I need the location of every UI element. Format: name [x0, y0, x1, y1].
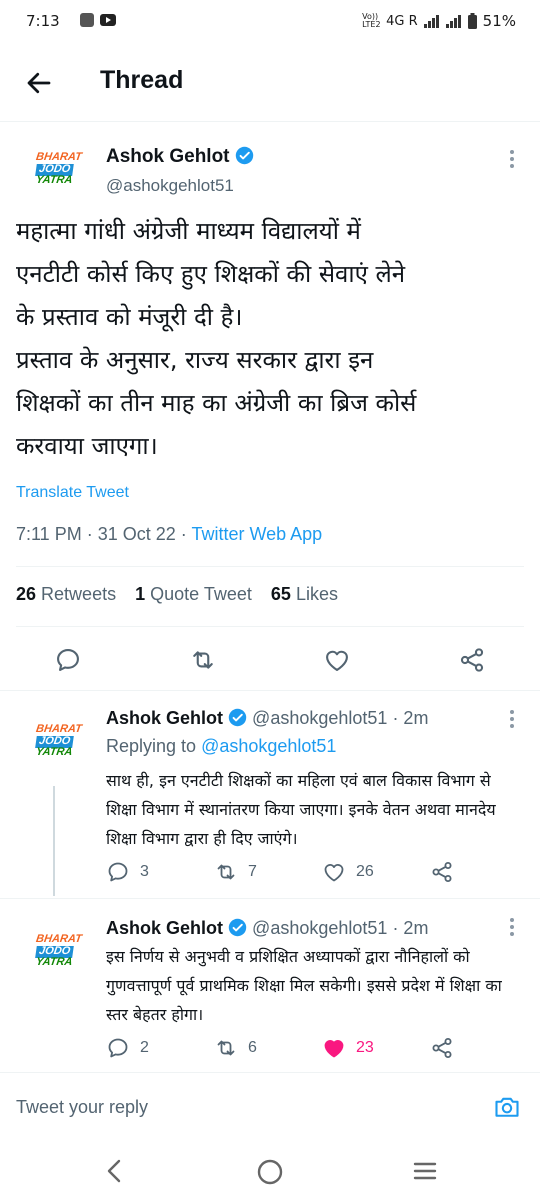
reply-composer[interactable]: Tweet your reply	[0, 1072, 540, 1142]
replying-to-link[interactable]: @ashokgehlot51	[201, 736, 336, 756]
nav-home-icon[interactable]	[256, 1158, 284, 1186]
retweet-icon	[217, 864, 235, 880]
reply-count: 3	[140, 863, 149, 880]
reply-author-name: Ashok Gehlot	[106, 708, 224, 728]
reply-text: साथ ही, इन एनटीटी शिक्षकों का महिला एवं …	[106, 771, 496, 848]
reply-author-handle: @ashokgehlot51	[252, 918, 388, 938]
system-nav-bar	[0, 1142, 540, 1200]
reply-age: · 2m	[392, 708, 429, 728]
reply-button[interactable]: 2	[106, 1036, 149, 1060]
quote-tweets-stat[interactable]: 1 Quote Tweet	[135, 584, 252, 604]
tweet-meta: 7:11 PM · 31 Oct 22 · Twitter Web App	[16, 524, 323, 544]
page-title: Thread	[100, 66, 184, 94]
more-options-icon[interactable]	[510, 150, 516, 171]
author-name: Ashok Gehlot	[106, 146, 230, 167]
liked-heart-icon	[324, 1040, 344, 1058]
divider	[16, 626, 524, 627]
notification-icons	[80, 13, 116, 27]
top-app-bar: Thread	[0, 44, 540, 122]
battery-percent: 51%	[482, 12, 516, 30]
retweet-button[interactable]: 6	[214, 1036, 257, 1060]
like-button[interactable]: 23	[322, 1036, 374, 1060]
reply-author-name: Ashok Gehlot	[106, 918, 224, 938]
volte-indicator: Vo)) LTE2	[362, 12, 381, 29]
divider	[0, 690, 540, 691]
back-button[interactable]	[24, 68, 54, 98]
reply-tweet[interactable]: Ashok Gehlot @ashokgehlot51 · 2m Replyin…	[0, 708, 540, 888]
status-bar: 7:13 Vo)) LTE2 4G R 51%	[0, 0, 540, 44]
more-options-icon[interactable]	[510, 918, 516, 939]
reply-age: · 2m	[392, 918, 429, 938]
tweet-time: 7:11 PM	[16, 524, 82, 544]
status-right: Vo)) LTE2 4G R 51%	[362, 12, 516, 30]
nav-back-icon[interactable]	[104, 1158, 124, 1184]
share-button[interactable]	[430, 860, 454, 884]
reply-button[interactable]: 3	[106, 860, 149, 884]
retweet-count: 6	[248, 1039, 257, 1056]
divider	[0, 898, 540, 899]
retweets-stat[interactable]: 26 Retweets	[16, 584, 116, 604]
reply-author-handle: @ashokgehlot51	[252, 708, 388, 728]
youtube-icon	[100, 14, 116, 26]
signal-icon	[423, 14, 439, 28]
camera-icon[interactable]	[492, 1093, 522, 1121]
divider	[16, 566, 524, 567]
share-icon	[432, 1038, 452, 1058]
reply-actions: 2 6 23	[106, 1036, 526, 1064]
tweet-stats: 26 Retweets 1 Quote Tweet 65 Likes	[16, 584, 352, 605]
share-button[interactable]	[430, 1036, 454, 1060]
reply-icon	[108, 862, 128, 882]
share-icon[interactable]	[458, 646, 486, 674]
reply-actions: 3 7 26	[106, 860, 526, 888]
like-button[interactable]: 26	[322, 860, 374, 884]
reply-tweet[interactable]: Ashok Gehlot @ashokgehlot51 · 2m इस निर्…	[0, 918, 540, 1068]
notification-app-icon	[80, 13, 94, 27]
nav-recents-icon[interactable]	[412, 1158, 438, 1184]
retweet-button[interactable]: 7	[214, 860, 257, 884]
share-icon	[432, 862, 452, 882]
retweet-icon[interactable]	[188, 646, 218, 674]
verified-badge-icon	[228, 708, 247, 727]
avatar[interactable]: BHARAT JODO YATRA	[35, 151, 94, 204]
likes-stat[interactable]: 65 Likes	[271, 584, 338, 604]
network-label: 4G R	[386, 13, 418, 29]
battery-icon	[467, 13, 477, 29]
arrow-left-icon	[27, 72, 51, 94]
like-icon[interactable]	[323, 646, 351, 674]
signal-icon-2	[445, 14, 461, 28]
tweet-source-link[interactable]: Twitter Web App	[191, 524, 322, 544]
more-options-icon[interactable]	[510, 710, 516, 731]
like-icon	[324, 864, 344, 882]
reply-count: 2	[140, 1039, 149, 1056]
verified-badge-icon	[228, 918, 247, 937]
verified-badge-icon	[235, 146, 254, 165]
retweet-count: 7	[248, 863, 257, 880]
like-count: 23	[356, 1039, 374, 1056]
main-tweet-author[interactable]: Ashok Gehlot @ashokgehlot51	[106, 146, 254, 196]
author-handle: @ashokgehlot51	[106, 176, 234, 195]
reply-input[interactable]: Tweet your reply	[16, 1097, 148, 1118]
tweet-date: 31 Oct 22	[97, 524, 176, 544]
retweet-icon	[217, 1040, 235, 1056]
replying-to: Replying to @ashokgehlot51	[106, 736, 337, 756]
status-time: 7:13	[26, 12, 60, 30]
like-count: 26	[356, 863, 374, 880]
reply-icon	[108, 1038, 128, 1058]
translate-tweet-link[interactable]: Translate Tweet	[16, 484, 129, 502]
tweet-text: महात्मा गांधी अंग्रेजी माध्यम विद्यालयों…	[16, 217, 417, 460]
reply-icon[interactable]	[54, 646, 82, 674]
reply-text: इस निर्णय से अनुभवी व प्रशिक्षित अध्यापक…	[106, 947, 502, 1024]
